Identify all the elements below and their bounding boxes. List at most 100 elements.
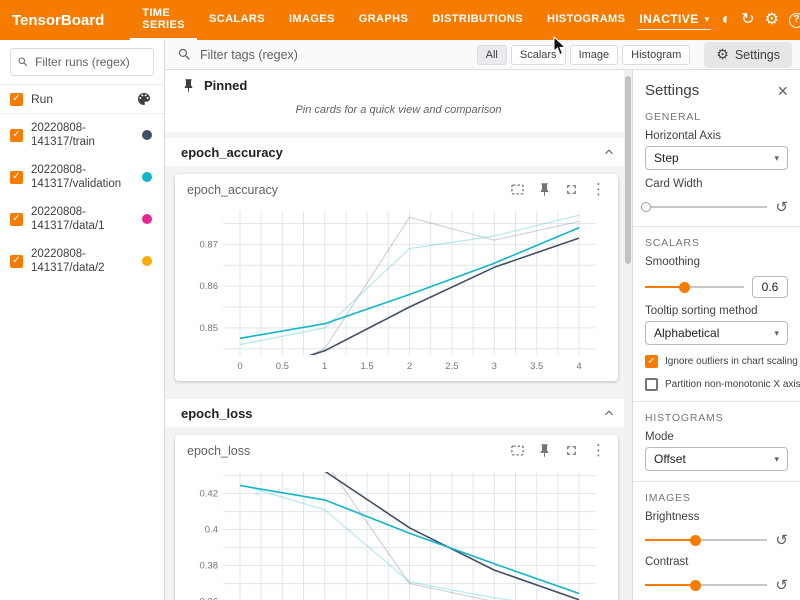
section-header-epoch-accuracy[interactable]: epoch_accuracy — [165, 138, 632, 166]
pinned-title: Pinned — [204, 78, 247, 93]
app-body: ✓ Run ✓ 20220808-141317/train ✓ 20220808… — [0, 40, 800, 600]
tab-images[interactable]: IMAGES — [277, 0, 347, 40]
horizontal-axis-select[interactable]: Step ▾ — [645, 146, 788, 170]
filter-runs-box[interactable] — [10, 48, 154, 76]
tab-distributions[interactable]: DISTRIBUTIONS — [420, 0, 535, 40]
reset-icon[interactable]: ↺ — [775, 576, 788, 594]
palette-icon[interactable] — [136, 91, 152, 107]
scrollbar-thumb[interactable] — [625, 76, 631, 264]
filter-tags-box[interactable] — [177, 47, 477, 62]
fit-to-data-icon[interactable] — [510, 443, 525, 458]
svg-text:3.5: 3.5 — [530, 361, 543, 372]
tab-graphs[interactable]: GRAPHS — [347, 0, 420, 40]
main-scrollbar[interactable] — [624, 70, 632, 600]
tab-time-series[interactable]: TIME SERIES — [130, 0, 197, 40]
slider-thumb[interactable] — [641, 202, 651, 212]
run-name: 20220808-141317/data/1 — [31, 205, 131, 233]
reset-icon[interactable]: ↺ — [775, 531, 788, 549]
chip-histogram[interactable]: Histogram — [622, 45, 690, 65]
run-checkbox[interactable]: ✓ — [10, 213, 23, 226]
gear-icon[interactable]: ⚙ — [765, 12, 779, 28]
svg-text:3: 3 — [492, 361, 497, 372]
settings-button-label: Settings — [735, 48, 780, 62]
reload-status-select[interactable]: INACTIVE ▾ — [637, 10, 711, 30]
pin-hint-text: Pin cards for a quick view and compariso… — [165, 100, 632, 122]
scalar-card-epoch-loss: epoch_loss ⋮ 00.511.522.533.540.360.380.… — [175, 435, 618, 600]
smoothing-label: Smoothing — [645, 256, 788, 268]
tab-histograms[interactable]: HISTOGRAMS — [535, 0, 637, 40]
svg-text:0: 0 — [237, 361, 242, 372]
run-color-dot — [142, 172, 152, 182]
section-header-epoch-loss[interactable]: epoch_loss — [165, 399, 632, 427]
tab-scalars[interactable]: SCALARS — [197, 0, 277, 40]
refresh-icon[interactable]: ↻ — [741, 12, 754, 28]
reset-icon[interactable]: ↺ — [775, 198, 788, 216]
partition-x-label: Partition non-monotonic X axis — [665, 379, 800, 390]
card-area: epoch_loss ⋮ 00.511.522.533.540.360.380.… — [165, 427, 632, 600]
chip-all[interactable]: All — [477, 45, 507, 65]
partition-x-row[interactable]: ✓ Partition non-monotonic X axis — [645, 378, 788, 391]
chevron-up-icon[interactable] — [602, 406, 616, 420]
theme-toggle-icon[interactable]: ◐ — [721, 12, 731, 28]
run-row-train[interactable]: ✓ 20220808-141317/train — [0, 114, 164, 156]
check-icon: ✓ — [12, 94, 20, 104]
section-epoch-loss: epoch_loss epoch_loss — [165, 399, 632, 600]
tooltip-sorting-select[interactable]: Alphabetical ▾ — [645, 321, 788, 345]
kebab-menu-icon[interactable]: ⋮ — [591, 182, 606, 197]
contrast-label: Contrast — [645, 556, 788, 568]
scalar-card-epoch-accuracy: epoch_accuracy ⋮ 00.511.522.533.540.850.… — [175, 174, 618, 381]
filter-runs-input[interactable] — [35, 55, 147, 69]
slider-thumb[interactable] — [690, 535, 701, 546]
run-row-validation[interactable]: ✓ 20220808-141317/validation — [0, 156, 164, 198]
svg-text:1.5: 1.5 — [360, 361, 373, 372]
tooltip-sorting-label: Tooltip sorting method — [645, 305, 788, 317]
reload-status-value: INACTIVE — [639, 12, 698, 26]
slider-thumb[interactable] — [690, 580, 701, 591]
help-icon[interactable]: ? — [789, 13, 800, 28]
brightness-slider[interactable] — [645, 533, 767, 547]
card-width-label: Card Width — [645, 178, 788, 190]
kebab-menu-icon[interactable]: ⋮ — [591, 443, 606, 458]
smoothing-slider[interactable] — [645, 280, 744, 294]
card-width-slider[interactable] — [645, 200, 767, 214]
pin-card-icon[interactable] — [537, 443, 552, 458]
app-title: TensorBoard — [12, 12, 104, 29]
contrast-slider[interactable] — [645, 578, 767, 592]
check-icon: ✓ — [647, 357, 655, 367]
horizontal-axis-value: Step — [654, 151, 679, 165]
tensorboard-app: TensorBoard TIME SERIES SCALARS IMAGES G… — [0, 0, 800, 600]
ignore-outliers-checkbox[interactable]: ✓ — [645, 355, 658, 368]
svg-text:0.87: 0.87 — [200, 239, 219, 250]
cards-scroll-area[interactable]: Pinned Pin cards for a quick view and co… — [165, 70, 632, 600]
fullscreen-icon[interactable] — [564, 182, 579, 197]
svg-text:0.4: 0.4 — [205, 525, 218, 536]
epoch-loss-chart[interactable]: 00.511.522.533.540.360.380.40.42 — [187, 464, 606, 600]
chevron-up-icon[interactable] — [602, 145, 616, 159]
run-checkbox[interactable]: ✓ — [10, 129, 23, 142]
svg-text:4: 4 — [576, 361, 581, 372]
epoch-accuracy-chart[interactable]: 00.511.522.533.540.850.860.87 — [187, 203, 606, 373]
slider-thumb[interactable] — [679, 282, 690, 293]
run-row-data-1[interactable]: ✓ 20220808-141317/data/1 — [0, 198, 164, 240]
settings-button[interactable]: ⚙ Settings — [704, 42, 792, 68]
filter-tags-input[interactable] — [200, 48, 420, 62]
right-region: All Scalars Image Histogram ⚙ Settings — [165, 40, 800, 600]
run-checkbox[interactable]: ✓ — [10, 255, 23, 268]
smoothing-value-input[interactable]: 0.6 — [752, 276, 788, 298]
fit-to-data-icon[interactable] — [510, 182, 525, 197]
run-row-data-2[interactable]: ✓ 20220808-141317/data/2 — [0, 240, 164, 282]
card-header: epoch_loss ⋮ — [187, 443, 606, 458]
run-checkbox[interactable]: ✓ — [10, 171, 23, 184]
card-actions: ⋮ — [510, 182, 606, 197]
close-icon[interactable]: × — [777, 83, 788, 99]
select-all-runs-checkbox[interactable]: ✓ — [10, 93, 23, 106]
chip-scalars[interactable]: Scalars — [511, 45, 566, 65]
chip-image[interactable]: Image — [570, 45, 619, 65]
svg-text:0.42: 0.42 — [200, 489, 219, 500]
histogram-mode-select[interactable]: Offset ▾ — [645, 447, 788, 471]
ignore-outliers-row[interactable]: ✓ Ignore outliers in chart scaling — [645, 355, 788, 368]
partition-x-checkbox[interactable]: ✓ — [645, 378, 658, 391]
fullscreen-icon[interactable] — [564, 443, 579, 458]
pin-card-icon[interactable] — [537, 182, 552, 197]
scalars-section-label: SCALARS — [645, 237, 788, 249]
